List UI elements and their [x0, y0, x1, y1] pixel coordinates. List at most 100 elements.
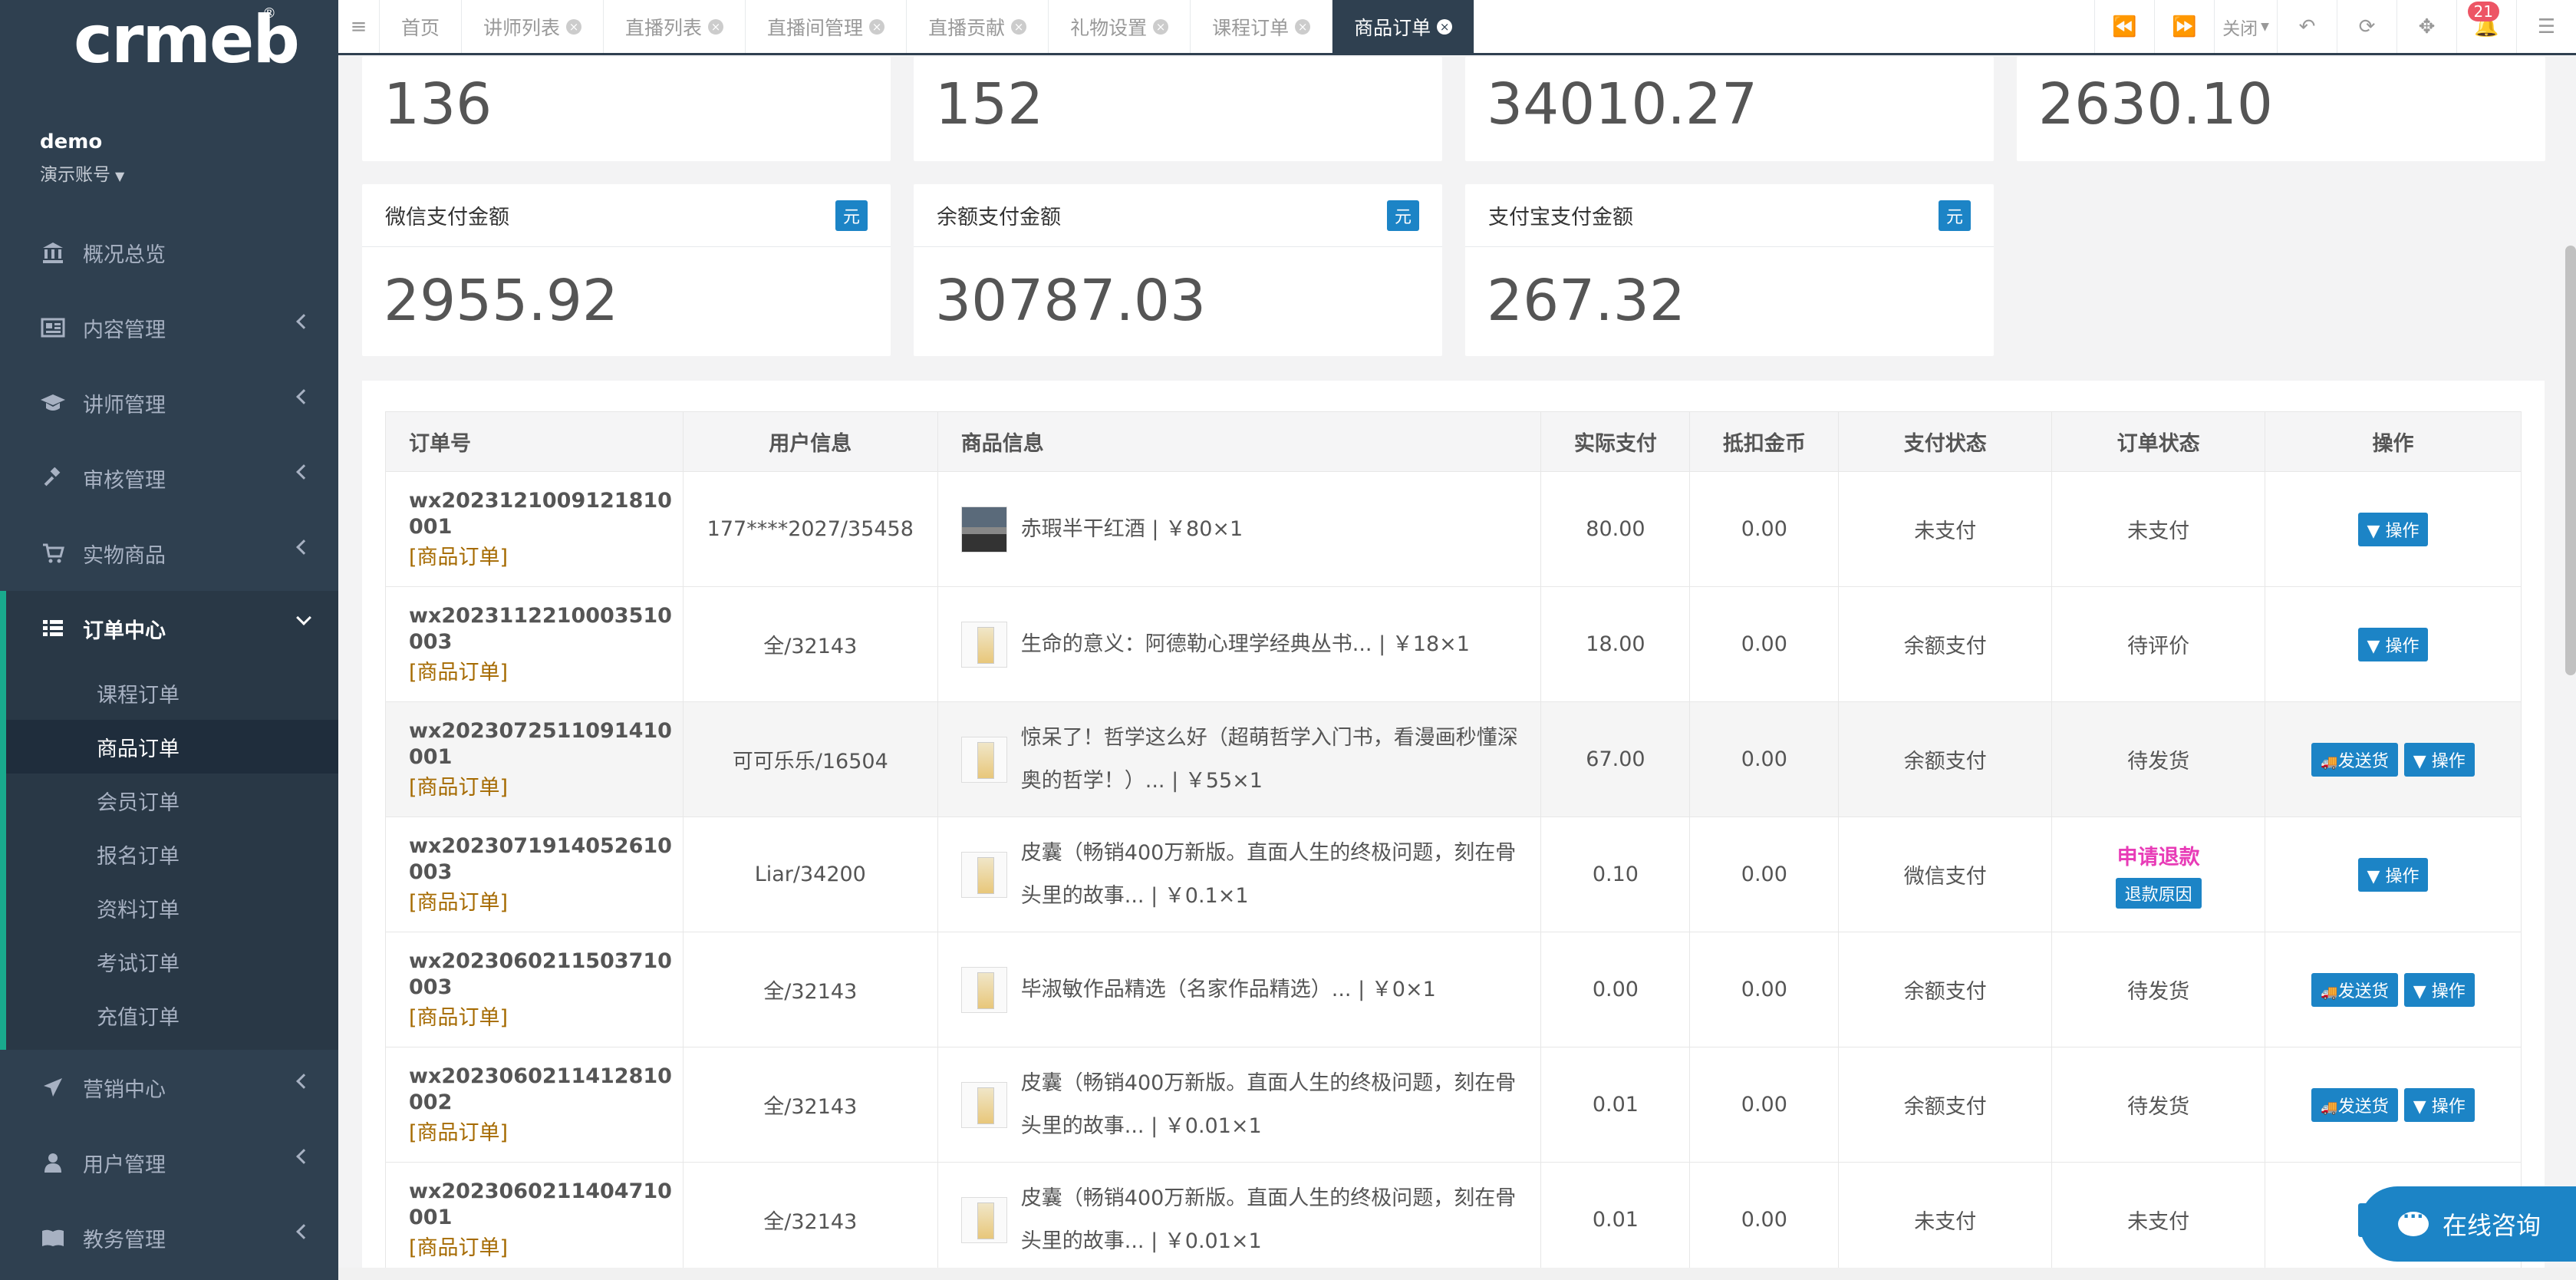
nav-item-academic[interactable]: 教务管理: [0, 1200, 338, 1275]
order-no-cell: wx2023060211503710003 [商品订单]: [385, 932, 684, 1047]
vertical-scrollbar[interactable]: [2565, 246, 2576, 675]
stat-label: 微信支付金额: [385, 206, 509, 229]
nav-item-content[interactable]: 内容管理: [0, 290, 338, 365]
side-nav: 概况总览 内容管理 讲师管理 审核管理 实物商品 订单中心 课程订单 商品订单 …: [0, 215, 338, 1275]
operate-button[interactable]: ▼ 操作: [2403, 742, 2475, 777]
forward-icon[interactable]: ⏩: [2154, 0, 2214, 53]
nav-item-marketing[interactable]: 营销中心: [0, 1050, 338, 1125]
horizontal-scrollbar[interactable]: [338, 1268, 2576, 1280]
paid-cell: 0.01: [1540, 1047, 1691, 1163]
profile-role-dropdown[interactable]: 演示账号 ▼: [40, 160, 124, 186]
operate-button[interactable]: ▼ 操作: [2403, 1087, 2475, 1122]
nav-label: 用户管理: [83, 1153, 166, 1177]
nav-item-review[interactable]: 审核管理: [0, 440, 338, 516]
coin-cell: 0.00: [1689, 471, 1840, 587]
nav-item-orders[interactable]: 订单中心: [0, 591, 338, 666]
order-no-cell: wx2023112210003510003 [商品订单]: [385, 586, 684, 702]
operate-button[interactable]: ▼ 操作: [2357, 512, 2429, 546]
order-type-tag: [商品订单]: [409, 660, 509, 685]
goods-cell: 皮囊（畅销400万新版。直面人生的终极问题，刻在骨头里的故事... | ￥0.0…: [937, 1047, 1542, 1163]
pay-status-cell: 余额支付: [1838, 701, 2053, 817]
sub-item-recharge-orders[interactable]: 充值订单: [6, 988, 338, 1042]
sub-item-exam-orders[interactable]: 考试订单: [6, 935, 338, 988]
backward-icon[interactable]: ⏪: [2094, 0, 2154, 53]
order-type-tag: [商品订单]: [409, 775, 509, 800]
ship-button[interactable]: 🚚发送货: [2311, 742, 2398, 777]
pay-status-cell: 余额支付: [1838, 932, 2053, 1047]
tab-close-icon[interactable]: ×: [708, 18, 724, 35]
sub-item-signup-orders[interactable]: 报名订单: [6, 827, 338, 881]
goods-cell: 惊呆了！哲学这么好（超萌哲学入门书，看漫画秒懂深奥的哲学！）... | ￥55×…: [937, 701, 1542, 817]
notification-bell-icon[interactable]: 🔔 21: [2456, 0, 2516, 53]
stat-value: 30787.03: [935, 268, 1207, 334]
operate-button[interactable]: ▼ 操作: [2357, 857, 2429, 892]
sub-item-goods-orders[interactable]: 商品订单: [6, 720, 338, 774]
goods-thumbnail: [960, 1196, 1007, 1243]
goods-text: 皮囊（畅销400万新版。直面人生的终极问题，刻在骨头里的故事... | ￥0.0…: [1020, 1186, 1517, 1253]
unit-badge: 元: [1938, 200, 1971, 231]
caret-down-icon: ▼: [2367, 866, 2386, 886]
tab-close-icon[interactable]: ×: [1437, 18, 1453, 35]
menu-lines-icon[interactable]: ☰: [2516, 0, 2576, 53]
tab-label: 商品订单: [1354, 16, 1431, 39]
nav-item-goods[interactable]: 实物商品: [0, 516, 338, 591]
tab-close-icon[interactable]: ×: [1153, 18, 1169, 35]
sub-item-material-orders[interactable]: 资料订单: [6, 881, 338, 935]
tab-goods-orders[interactable]: 商品订单 ×: [1332, 0, 1475, 53]
chevron-left-icon: [296, 464, 311, 480]
refund-reason-button[interactable]: 退款原因: [2115, 878, 2202, 909]
tab-close-icon[interactable]: ×: [1011, 18, 1027, 35]
tab-close-icon[interactable]: ×: [1295, 18, 1311, 35]
crmeb-logo[interactable]: crmeb ®: [74, 3, 300, 77]
table-row: wx2023112210003510003 [商品订单] 全/32143 生命的意…: [385, 586, 2522, 702]
refresh-icon[interactable]: ⟳: [2337, 0, 2396, 53]
tab-live-list[interactable]: 直播列表 ×: [604, 0, 746, 53]
btn-label: 发送货: [2337, 981, 2389, 1001]
stat-value: 2630.10: [2038, 71, 2274, 137]
ship-button[interactable]: 🚚发送货: [2311, 972, 2398, 1007]
sub-item-member-orders[interactable]: 会员订单: [6, 774, 338, 827]
tab-gift-settings[interactable]: 礼物设置 ×: [1049, 0, 1191, 53]
col-header: 操作: [2265, 411, 2522, 472]
close-tabs-dropdown[interactable]: 关闭 ▼: [2214, 0, 2277, 53]
tab-close-icon[interactable]: ×: [566, 18, 582, 35]
tab-course-orders[interactable]: 课程订单 ×: [1191, 0, 1333, 53]
sub-item-course-orders[interactable]: 课程订单: [6, 666, 338, 720]
tab-teacher-list[interactable]: 讲师列表 ×: [462, 0, 604, 53]
operate-button[interactable]: ▼ 操作: [2357, 627, 2429, 661]
menu-toggle-icon[interactable]: ≡: [338, 0, 380, 53]
coin-cell: 0.00: [1689, 701, 1840, 817]
btn-label: 操作: [2385, 866, 2420, 886]
fullscreen-icon[interactable]: ✥: [2396, 0, 2456, 53]
truck-icon: 🚚: [2321, 754, 2338, 770]
goods-cell: 赤瑕半干红酒 | ￥80×1: [937, 471, 1542, 587]
caret-down-icon: ▼: [2367, 521, 2386, 541]
undo-icon[interactable]: ↶: [2277, 0, 2337, 53]
caret-down-icon: ▼: [2261, 20, 2269, 33]
btn-label: 操作: [2431, 751, 2466, 771]
ship-button[interactable]: 🚚发送货: [2311, 1087, 2398, 1122]
goods-cell: 生命的意义：阿德勒心理学经典丛书... | ￥18×1: [937, 586, 1542, 702]
operate-button[interactable]: ▼ 操作: [2403, 972, 2475, 1007]
order-status-cell: 待发货: [2051, 932, 2266, 1047]
col-header: 支付状态: [1838, 411, 2053, 472]
stat-card-wechat-pay: 微信支付金额 元 2955.92: [362, 184, 891, 356]
stat-card: 2630.10: [2017, 57, 2545, 161]
profile-name: demo: [40, 130, 103, 153]
btn-label: 操作: [2431, 1097, 2466, 1117]
tab-home[interactable]: 首页: [380, 0, 463, 53]
chevron-left-icon: [296, 539, 311, 555]
nav-item-overview[interactable]: 概况总览: [0, 215, 338, 290]
tab-live-contribution[interactable]: 直播贡献 ×: [907, 0, 1049, 53]
goods-text: 毕淑敏作品精选（名家作品精选）... | ￥0×1: [1020, 977, 1436, 1001]
tab-live-room[interactable]: 直播间管理 ×: [746, 0, 908, 53]
nav-item-teachers[interactable]: 讲师管理: [0, 365, 338, 440]
nav-item-users[interactable]: 用户管理: [0, 1125, 338, 1200]
online-consult-button[interactable]: 在线咨询: [2360, 1186, 2576, 1262]
btn-label: 操作: [2385, 521, 2420, 541]
stat-card-header: 微信支付金额 元: [362, 184, 891, 247]
tab-close-icon[interactable]: ×: [869, 18, 885, 35]
refund-status: 申请退款: [2116, 846, 2200, 869]
order-status-cell: 未支付: [2051, 471, 2266, 587]
user-profile[interactable]: demo 演示账号 ▼: [40, 130, 124, 186]
